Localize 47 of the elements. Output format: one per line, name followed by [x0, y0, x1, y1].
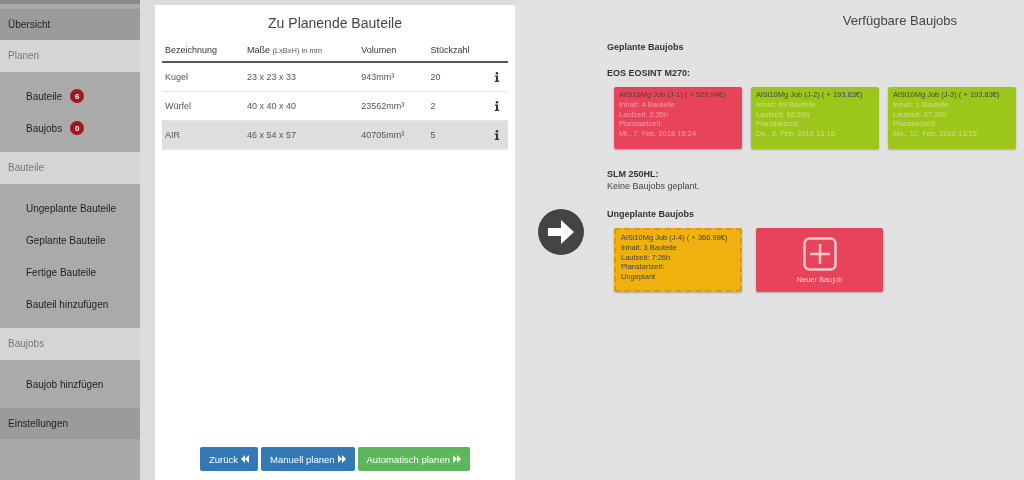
panel-title: Zu Planende Bauteile: [267, 15, 403, 31]
double-right-icon: [452, 454, 461, 464]
column-header: Maße: [246, 45, 270, 55]
table-cell: 46 x 54 x 57: [243, 120, 359, 150]
nav-item[interactable]: Baujobs: [26, 122, 63, 134]
nav-section-header: Baujobs: [0, 328, 140, 360]
nav-item[interactable]: Bauteile: [26, 90, 63, 102]
double-right-icon: [337, 454, 346, 464]
back-button[interactable]: Zurück: [200, 447, 259, 471]
table-cell: 23562mm³: [358, 91, 428, 121]
panel-title: Verfügbare Baujobs: [841, 13, 958, 28]
machine-name: SLM 250HL:: [607, 169, 660, 179]
section-heading: Geplante Baujobs: [607, 42, 685, 52]
double-left-icon: [241, 454, 250, 464]
info-icon[interactable]: [494, 72, 501, 82]
table-cell: 5: [427, 120, 492, 150]
column-header: Bezeichnung: [165, 45, 218, 55]
info-icon[interactable]: [494, 101, 501, 111]
table-cell: Würfel: [162, 91, 244, 121]
nav-item[interactable]: Übersicht: [0, 9, 140, 40]
section-heading: Ungeplante Baujobs: [607, 209, 695, 219]
column-header: Volumen: [361, 45, 397, 55]
table-cell: AIR: [162, 120, 244, 150]
table-cell: 2: [427, 91, 492, 121]
nav-item[interactable]: Fertige Bauteile: [26, 266, 97, 278]
machine-name: EOS EOSINT M270:: [607, 68, 692, 78]
table-cell: 40705mm³: [358, 120, 428, 150]
column-header: Stückzahl: [430, 45, 470, 55]
nav-item[interactable]: Geplante Bauteile: [26, 234, 106, 246]
nav-item[interactable]: Einstellungen: [0, 408, 140, 439]
nav-section-header: Planen: [0, 40, 140, 72]
table-cell: 40 x 40 x 40: [243, 91, 359, 121]
nav-item[interactable]: Bauteil hinzufügen: [26, 298, 109, 310]
info-icon[interactable]: [494, 130, 501, 140]
table-cell: 943mm³: [358, 62, 428, 92]
arrow-right-icon: [538, 209, 584, 255]
table-cell: 20: [427, 62, 492, 92]
count-badge: 0: [70, 121, 85, 135]
count-badge: 6: [70, 89, 85, 103]
nav-section-header: Bauteile: [0, 152, 140, 184]
plus-icon: [802, 236, 837, 271]
empty-message: Keine Baujobs geplant.: [607, 181, 701, 191]
nav-item[interactable]: Baujob hinzfügen: [26, 378, 104, 390]
table-cell: 23 x 23 x 33: [243, 62, 359, 92]
table-cell: Kugel: [162, 62, 244, 92]
nav-item[interactable]: Ungeplante Bauteile: [26, 202, 117, 214]
manual-plan-button[interactable]: Manuell planen: [261, 447, 355, 471]
